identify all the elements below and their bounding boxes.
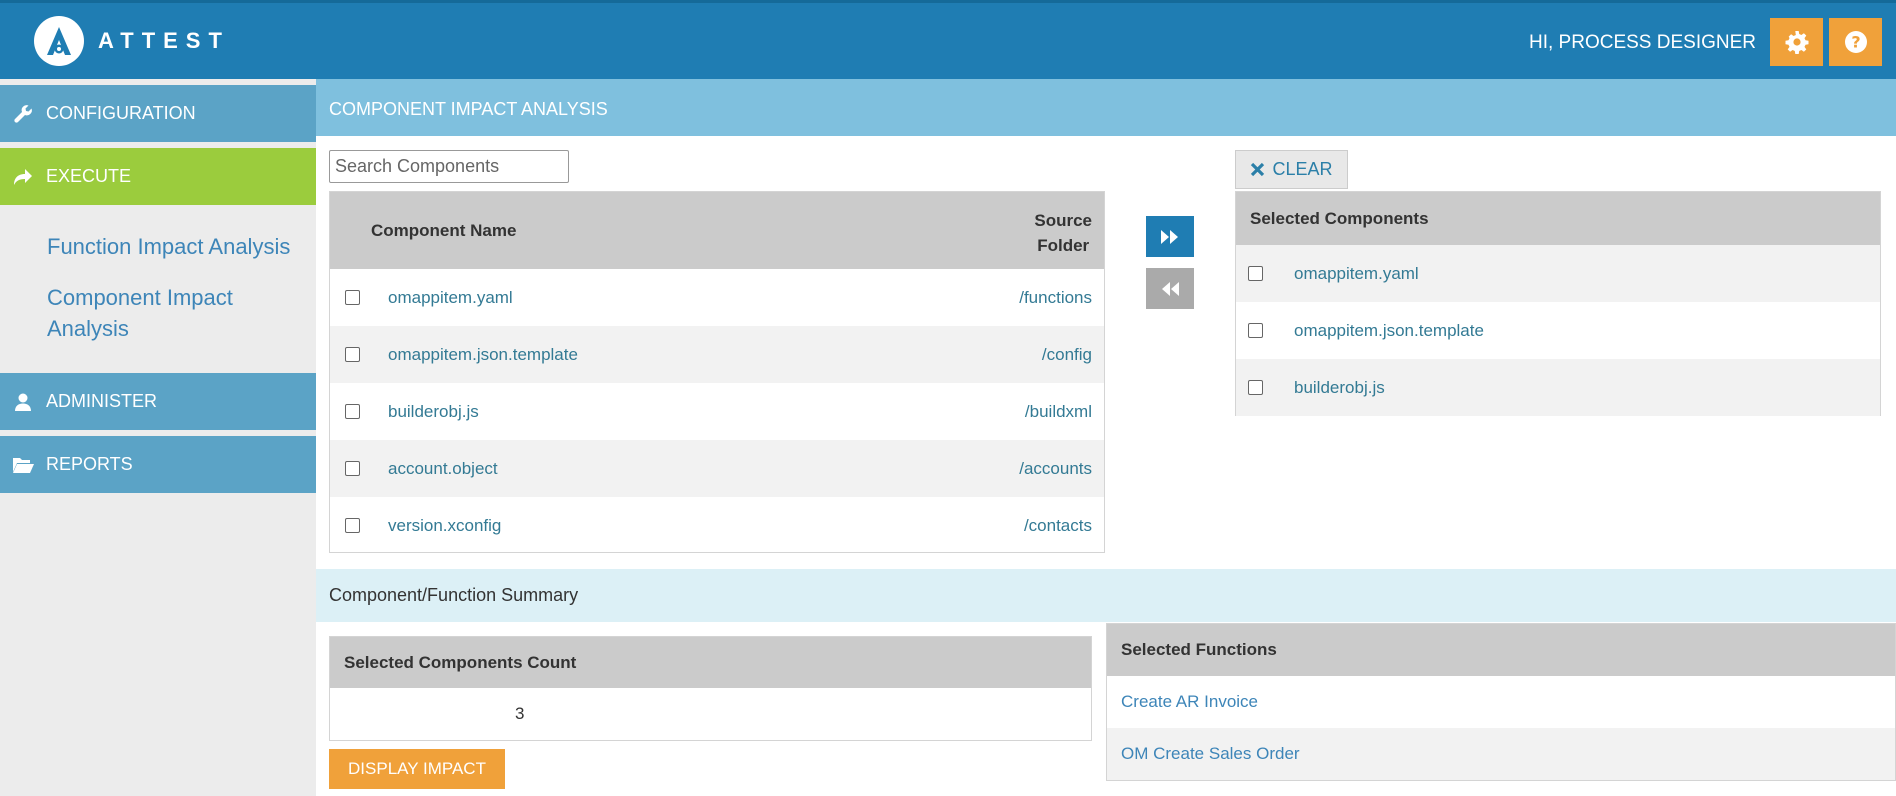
- row-checkbox[interactable]: [1248, 266, 1263, 281]
- nav-configuration-label: CONFIGURATION: [46, 103, 196, 123]
- sidebar-item-function-impact-analysis[interactable]: Function Impact Analysis: [47, 231, 307, 262]
- row-checkbox[interactable]: [1248, 380, 1263, 395]
- row-checkbox[interactable]: [345, 518, 360, 533]
- table-row[interactable]: version.xconfig /contacts: [330, 497, 1104, 554]
- source-folder: /contacts: [1023, 515, 1092, 535]
- double-chevron-right-icon: [1161, 229, 1178, 244]
- list-item[interactable]: omappitem.json.template: [1236, 302, 1880, 359]
- function-link[interactable]: OM Create Sales Order: [1107, 728, 1895, 780]
- table-row[interactable]: builderobj.js /buildxml: [330, 383, 1104, 440]
- app-name: ATTEST: [98, 28, 230, 53]
- selected-functions-table: Selected Functions Create AR Invoice OM …: [1106, 623, 1896, 781]
- nav-reports-label: REPORTS: [46, 454, 133, 474]
- nav-configuration[interactable]: CONFIGURATION: [0, 85, 316, 142]
- table-row[interactable]: omappitem.json.template /config: [330, 326, 1104, 383]
- app-header: ATTEST HI, PROCESS DESIGNER ?: [0, 0, 1896, 79]
- help-button[interactable]: ?: [1829, 18, 1882, 66]
- help-icon: ?: [1844, 31, 1867, 53]
- svg-text:?: ?: [1851, 33, 1860, 52]
- selected-components-header: Selected Components: [1236, 192, 1880, 245]
- row-checkbox[interactable]: [345, 404, 360, 419]
- row-checkbox[interactable]: [345, 290, 360, 305]
- table-row[interactable]: omappitem.yaml /functions: [330, 269, 1104, 326]
- remove-selected-button[interactable]: [1146, 268, 1194, 309]
- nav-execute-label: EXECUTE: [46, 166, 132, 186]
- components-count-table: Selected Components Count 3: [329, 636, 1092, 741]
- folder-open-icon: [0, 456, 46, 474]
- close-icon: [1251, 162, 1265, 177]
- double-chevron-left-icon: [1162, 281, 1179, 296]
- component-name-link[interactable]: account.object: [388, 459, 498, 479]
- components-table-header: Component Name Source Folder: [330, 192, 1104, 269]
- share-arrow-icon: [0, 168, 46, 186]
- count-header: Selected Components Count: [330, 637, 1091, 688]
- component-name-link[interactable]: version.xconfig: [388, 516, 501, 536]
- row-checkbox[interactable]: [345, 347, 360, 362]
- main-content: COMPONENT IMPACT ANALYSIS Component Name…: [316, 79, 1896, 796]
- list-item[interactable]: omappitem.yaml: [1236, 245, 1880, 302]
- components-table-body: omappitem.yaml /functions omappitem.json…: [330, 269, 1104, 554]
- clear-button-label: CLEAR: [1272, 159, 1333, 179]
- nav-reports[interactable]: REPORTS: [0, 436, 316, 493]
- page-title: COMPONENT IMPACT ANALYSIS: [316, 79, 1896, 136]
- component-name-link[interactable]: omappitem.yaml: [388, 288, 513, 308]
- source-folder: /accounts: [1019, 458, 1092, 478]
- row-checkbox[interactable]: [345, 461, 360, 476]
- display-impact-button[interactable]: DISPLAY IMPACT: [329, 749, 505, 789]
- component-name-link[interactable]: omappitem.json.template: [388, 345, 578, 365]
- component-name-link[interactable]: builderobj.js: [388, 402, 479, 422]
- search-components-input[interactable]: [329, 150, 569, 183]
- count-value: 3: [515, 704, 525, 723]
- user-icon: [0, 392, 46, 412]
- function-link[interactable]: Create AR Invoice: [1107, 676, 1895, 728]
- sidebar-item-component-impact-analysis[interactable]: Component Impact Analysis: [47, 282, 307, 344]
- sidebar: CONFIGURATION EXECUTE Function Impact An…: [0, 79, 316, 796]
- logo-mark-icon: [34, 16, 84, 66]
- nav-administer-label: ADMINISTER: [46, 391, 158, 411]
- selected-component-link[interactable]: omappitem.yaml: [1294, 264, 1419, 284]
- user-greeting: HI, PROCESS DESIGNER: [1529, 32, 1756, 53]
- nav-execute[interactable]: EXECUTE: [0, 148, 316, 205]
- add-selected-button[interactable]: [1146, 216, 1194, 257]
- source-folder: /functions: [1019, 287, 1092, 307]
- source-folder: /buildxml: [1024, 401, 1092, 421]
- selected-functions-header: Selected Functions: [1107, 624, 1895, 676]
- column-header-source-folder: Source Folder: [1034, 211, 1092, 255]
- components-table: Component Name Source Folder omappitem.ya…: [329, 191, 1105, 553]
- nav-administer[interactable]: ADMINISTER: [0, 373, 316, 430]
- app-logo[interactable]: ATTEST: [34, 16, 230, 66]
- selected-components-table: Selected Components omappitem.yaml omapp…: [1235, 191, 1881, 416]
- source-folder: /config: [1041, 344, 1092, 364]
- table-row[interactable]: account.object /accounts: [330, 440, 1104, 497]
- wrench-icon: [0, 104, 46, 124]
- selected-component-link[interactable]: omappitem.json.template: [1294, 321, 1484, 341]
- row-checkbox[interactable]: [1248, 323, 1263, 338]
- clear-button[interactable]: CLEAR: [1235, 150, 1348, 189]
- summary-section-title: Component/Function Summary: [316, 569, 1896, 622]
- column-header-component-name: Component Name: [371, 221, 517, 240]
- selected-component-link[interactable]: builderobj.js: [1294, 378, 1385, 398]
- settings-button[interactable]: [1770, 18, 1823, 66]
- list-item[interactable]: builderobj.js: [1236, 359, 1880, 416]
- gear-icon: [1785, 31, 1808, 54]
